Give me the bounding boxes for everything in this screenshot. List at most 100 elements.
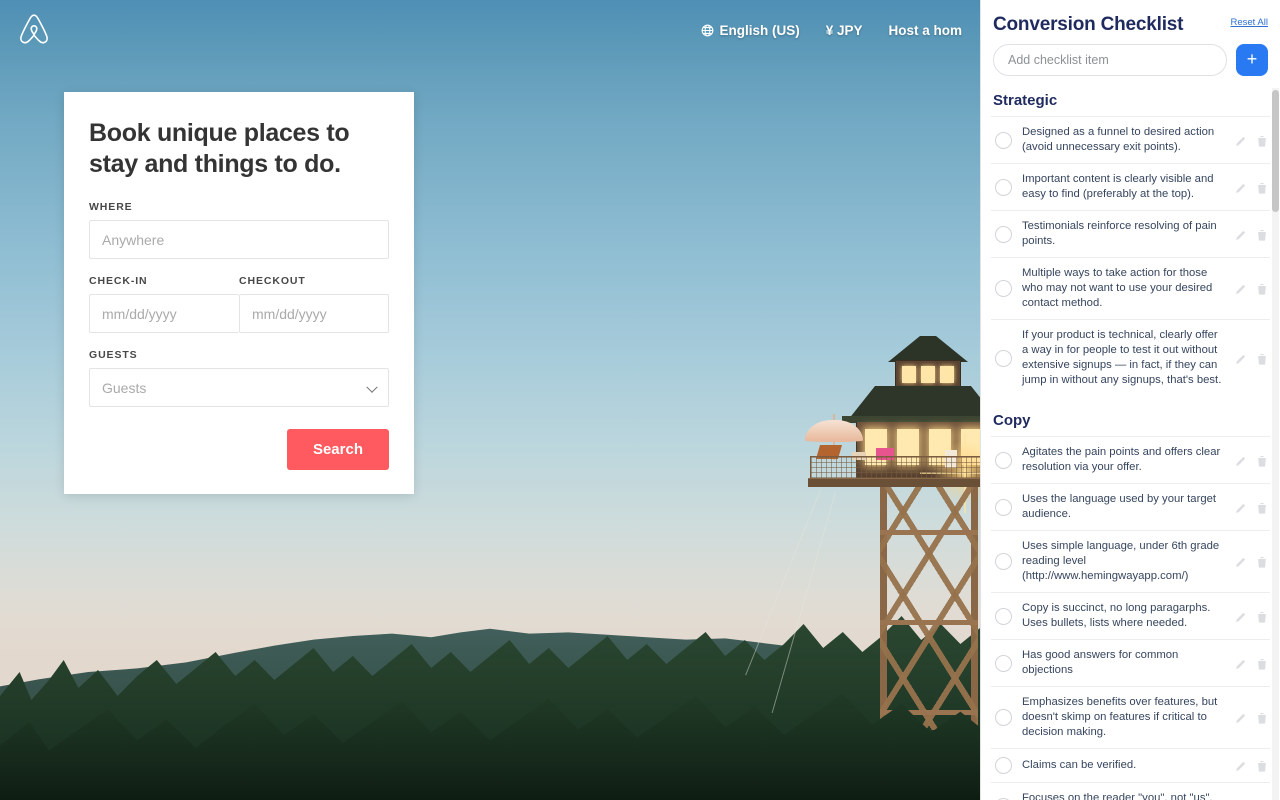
tower-cross-beam bbox=[880, 620, 978, 625]
nav-language[interactable]: English (US) bbox=[701, 23, 800, 38]
trash-icon[interactable] bbox=[1257, 228, 1268, 241]
checkin-input[interactable] bbox=[89, 294, 239, 333]
guests-label: GUESTS bbox=[89, 349, 138, 361]
checklist-item-label: Focuses on the reader "you", not "us". A… bbox=[1022, 792, 1213, 800]
pencil-icon[interactable] bbox=[1235, 228, 1246, 241]
checklist-item-actions bbox=[1235, 134, 1268, 147]
search-button[interactable]: Search bbox=[286, 429, 389, 470]
trash-icon[interactable] bbox=[1257, 610, 1268, 623]
guy-wire bbox=[771, 491, 836, 714]
trash-icon[interactable] bbox=[1257, 181, 1268, 194]
tower-upper-roof bbox=[888, 336, 968, 362]
app-root: English (US) ¥ JPY Host a hom Book uniqu… bbox=[0, 0, 1280, 800]
checklist-item[interactable]: Emphasizes benefits over features, but d… bbox=[991, 686, 1270, 748]
section-title-copy: Copy bbox=[993, 412, 1031, 430]
where-field-group: WHERE bbox=[89, 201, 389, 259]
tower-cupola bbox=[895, 360, 961, 388]
checklist-item-actions bbox=[1235, 228, 1268, 241]
checklist-item[interactable]: Copy is succinct, no long paragarphs. Us… bbox=[991, 592, 1270, 639]
search-card: Book unique places to stay and things to… bbox=[64, 92, 414, 494]
pencil-icon[interactable] bbox=[1235, 711, 1246, 724]
checklist-item[interactable]: Designed as a funnel to desired action (… bbox=[991, 116, 1270, 163]
checklist-item[interactable]: Agitates the pain points and offers clea… bbox=[991, 436, 1270, 483]
panel-title: Conversion Checklist bbox=[993, 14, 1184, 35]
pencil-icon[interactable] bbox=[1235, 501, 1246, 514]
circle-checkbox-icon[interactable] bbox=[995, 225, 1012, 243]
circle-checkbox-icon[interactable] bbox=[995, 498, 1012, 516]
circle-checkbox-icon[interactable] bbox=[995, 709, 1012, 727]
pencil-icon[interactable] bbox=[1235, 610, 1246, 623]
pencil-icon[interactable] bbox=[1235, 657, 1246, 670]
pencil-icon[interactable] bbox=[1235, 759, 1246, 772]
globe-icon bbox=[701, 24, 714, 37]
circle-checkbox-icon[interactable] bbox=[995, 757, 1012, 775]
circle-checkbox-icon[interactable] bbox=[995, 553, 1012, 571]
checklist-item-label: Uses simple language, under 6th grade re… bbox=[1022, 540, 1220, 583]
checklist-item-label: Designed as a funnel to desired action (… bbox=[1022, 126, 1215, 154]
nav-host-a-home[interactable]: Host a hom bbox=[888, 23, 962, 38]
trash-icon[interactable] bbox=[1257, 352, 1268, 365]
trash-icon[interactable] bbox=[1257, 454, 1268, 467]
circle-checkbox-icon[interactable] bbox=[995, 451, 1012, 469]
circle-checkbox-icon[interactable] bbox=[995, 131, 1012, 149]
airbnb-top-nav: English (US) ¥ JPY Host a hom bbox=[701, 23, 962, 38]
pencil-icon[interactable] bbox=[1235, 282, 1246, 295]
pencil-icon[interactable] bbox=[1235, 134, 1246, 147]
nav-host-label: Host a hom bbox=[888, 22, 962, 38]
checklist-item-actions bbox=[1235, 711, 1268, 724]
tower-main-roof bbox=[848, 386, 980, 420]
panel-scroll-container[interactable]: Conversion Checklist Reset All + Strateg… bbox=[981, 0, 1280, 800]
airbnb-belo-logo[interactable] bbox=[18, 12, 52, 48]
checklist-item-label: Testimonials reinforce resolving of pain… bbox=[1022, 220, 1217, 248]
checklist-item[interactable]: If your product is technical, clearly of… bbox=[991, 319, 1270, 396]
guests-select[interactable] bbox=[89, 368, 389, 407]
add-item-button[interactable]: + bbox=[1236, 44, 1268, 76]
tower-deck bbox=[808, 478, 980, 487]
pencil-icon[interactable] bbox=[1235, 352, 1246, 365]
trash-icon[interactable] bbox=[1257, 134, 1268, 147]
reset-all-link[interactable]: Reset All bbox=[1231, 17, 1269, 28]
pencil-icon[interactable] bbox=[1235, 454, 1246, 467]
checklist-item[interactable]: Multiple ways to take action for those w… bbox=[991, 257, 1270, 319]
circle-checkbox-icon[interactable] bbox=[995, 280, 1012, 298]
circle-checkbox-icon[interactable] bbox=[995, 654, 1012, 672]
trash-icon[interactable] bbox=[1257, 555, 1268, 568]
trash-icon[interactable] bbox=[1257, 711, 1268, 724]
checkout-field-group: CHECKOUT bbox=[239, 275, 389, 333]
pencil-icon[interactable] bbox=[1235, 181, 1246, 194]
deck-railing bbox=[810, 456, 980, 479]
guests-field-group: GUESTS bbox=[89, 349, 389, 407]
checklist-item-label: Important content is clearly visible and… bbox=[1022, 173, 1214, 201]
circle-checkbox-icon[interactable] bbox=[995, 349, 1012, 367]
checklist-item[interactable]: Testimonials reinforce resolving of pain… bbox=[991, 210, 1270, 257]
checklist-item[interactable]: Has good answers for common objections bbox=[991, 639, 1270, 686]
add-checklist-item-input[interactable] bbox=[993, 44, 1227, 76]
checkin-field-group: CHECK-IN bbox=[89, 275, 239, 333]
checklist-item-label: Claims can be verified. bbox=[1022, 759, 1137, 772]
panel-header: Conversion Checklist Reset All bbox=[991, 0, 1270, 36]
date-fields-row: CHECK-IN CHECKOUT bbox=[89, 275, 389, 333]
checklist-item[interactable]: Important content is clearly visible and… bbox=[991, 163, 1270, 210]
trash-icon[interactable] bbox=[1257, 501, 1268, 514]
trash-icon[interactable] bbox=[1257, 282, 1268, 295]
conversion-checklist-panel: Conversion Checklist Reset All + Strateg… bbox=[980, 0, 1280, 800]
circle-checkbox-icon[interactable] bbox=[995, 607, 1012, 625]
checklist-item-label: If your product is technical, clearly of… bbox=[1022, 329, 1222, 387]
checklist-item[interactable]: Claims can be verified. bbox=[991, 748, 1270, 782]
checklist-item[interactable]: Uses simple language, under 6th grade re… bbox=[991, 530, 1270, 592]
trash-icon[interactable] bbox=[1257, 759, 1268, 773]
panel-scrollbar-thumb[interactable] bbox=[1272, 90, 1279, 212]
checkout-label: CHECKOUT bbox=[239, 275, 306, 287]
circle-checkbox-icon[interactable] bbox=[995, 178, 1012, 196]
checklist-item-label: Has good answers for common objections bbox=[1022, 649, 1179, 677]
checklist-item[interactable]: Uses the language used by your target au… bbox=[991, 483, 1270, 530]
nav-currency[interactable]: ¥ JPY bbox=[826, 23, 863, 38]
checklist-item-label: Multiple ways to take action for those w… bbox=[1022, 267, 1213, 310]
checkout-input[interactable] bbox=[239, 294, 389, 333]
where-input[interactable] bbox=[89, 220, 389, 259]
checklist-item-label: Copy is succinct, no long paragarphs. Us… bbox=[1022, 602, 1211, 630]
trash-icon[interactable] bbox=[1257, 657, 1268, 670]
pencil-icon[interactable] bbox=[1235, 555, 1246, 568]
checklist-item-label: Agitates the pain points and offers clea… bbox=[1022, 446, 1221, 474]
checklist-item[interactable]: Focuses on the reader "you", not "us". A… bbox=[991, 782, 1270, 800]
